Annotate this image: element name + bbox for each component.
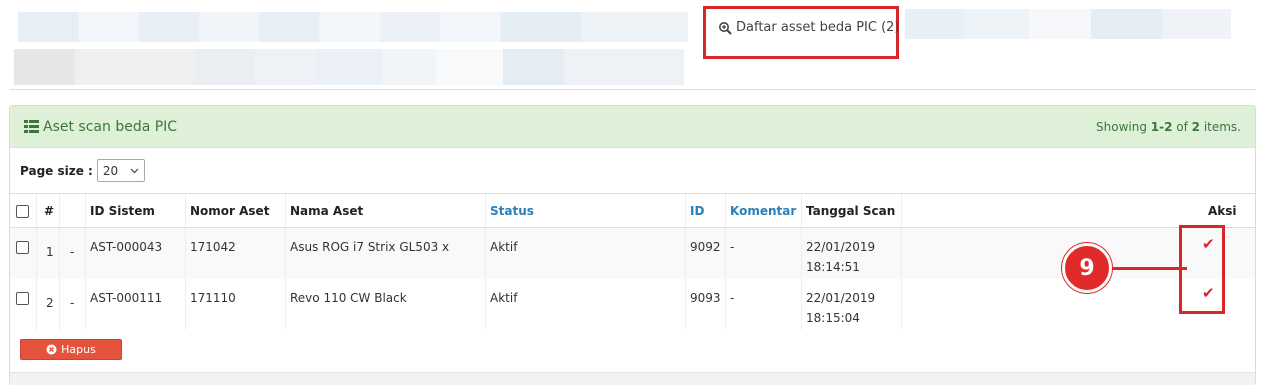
header-nama-aset: Nama Aset — [286, 194, 486, 227]
row-komentar: - — [726, 228, 802, 279]
row-tanggal: 22/01/2019 — [806, 291, 876, 305]
delete-button-label: Hapus — [61, 343, 96, 356]
select-all-checkbox[interactable] — [16, 205, 29, 218]
divider — [10, 89, 1256, 90]
row-id: 9092 — [686, 228, 726, 279]
row-id-sistem: AST-000111 — [86, 279, 186, 330]
row-id-sistem: AST-000043 — [86, 228, 186, 279]
row-dash: - — [60, 228, 86, 279]
asset-panel: Aset scan beda PIC Showing 1-2 of 2 item… — [9, 105, 1256, 385]
items-summary: Showing 1-2 of 2 items. — [1096, 120, 1241, 134]
row-dash: - — [60, 279, 86, 330]
row-select — [10, 279, 37, 330]
row-no: 2 — [37, 279, 60, 330]
row-nomor-aset: 171042 — [186, 228, 286, 279]
page-size-value: 20 — [102, 163, 119, 178]
header-status-sort[interactable]: Status — [486, 194, 686, 227]
row-status: Aktif — [486, 279, 686, 330]
row-jam: 18:15:04 — [806, 311, 860, 325]
chevron-down-icon — [130, 168, 139, 173]
table-row: 2 - AST-000111 171110 Revo 110 CW Black … — [10, 279, 1255, 330]
header-no: # — [37, 194, 60, 227]
list-icon — [24, 120, 39, 133]
summary-prefix: Showing — [1096, 119, 1151, 134]
panel-title-text: Aset scan beda PIC — [43, 118, 178, 135]
callout-badge: 9 — [1062, 243, 1112, 293]
header-nomor-aset: Nomor Aset — [186, 194, 286, 227]
row-tanggal: 22/01/2019 — [806, 240, 876, 254]
row-jam: 18:14:51 — [806, 260, 860, 274]
summary-suffix: items. — [1200, 119, 1241, 134]
redacted-nav-1 — [18, 12, 688, 42]
redacted-nav-2 — [905, 9, 1231, 39]
summary-total: 2 — [1191, 119, 1200, 134]
row-select — [10, 228, 37, 279]
row-status: Aktif — [486, 228, 686, 279]
header-blank — [60, 194, 86, 227]
header-select-all — [10, 194, 37, 227]
table-header: # ID Sistem Nomor Aset Nama Aset Status … — [10, 194, 1255, 228]
times-circle-icon — [46, 344, 57, 355]
row-nama-aset: Asus ROG i7 Strix GL503 x — [286, 228, 486, 279]
row-no: 1 — [37, 228, 60, 279]
header-tanggal-scan: Tanggal Scan — [802, 194, 902, 227]
row-tanggal-scan: 22/01/2019 18:14:51 — [802, 228, 902, 279]
search-plus-icon — [719, 21, 732, 35]
row-tanggal-scan: 22/01/2019 18:15:04 — [802, 279, 902, 330]
row-checkbox[interactable] — [16, 241, 29, 254]
page-size-select[interactable]: 20 — [96, 159, 145, 182]
row-nomor-aset: 171110 — [186, 279, 286, 330]
page-size-row: Page size : 20 — [10, 148, 1255, 194]
row-nama-aset: Revo 110 CW Black — [286, 279, 486, 330]
row-komentar: - — [726, 279, 802, 330]
panel-footer — [10, 372, 1255, 385]
callout-connector — [1101, 267, 1187, 270]
summary-range: 1-2 — [1150, 119, 1173, 134]
header-komentar-sort[interactable]: Komentar — [726, 194, 802, 227]
header-id-sistem: ID Sistem — [86, 194, 186, 227]
row-id: 9093 — [686, 279, 726, 330]
summary-mid: of — [1172, 119, 1192, 134]
delete-button[interactable]: Hapus — [20, 339, 122, 360]
panel-heading: Aset scan beda PIC Showing 1-2 of 2 item… — [10, 106, 1255, 148]
row-checkbox[interactable] — [16, 292, 29, 305]
header-aksi: Aksi — [1208, 204, 1237, 218]
panel-title: Aset scan beda PIC — [24, 119, 177, 135]
redacted-subnav — [14, 49, 684, 85]
tab-label: Daftar asset beda PIC (2) — [736, 20, 900, 35]
page-size-label: Page size : — [20, 163, 93, 178]
tab-daftar-asset-beda-pic[interactable]: Daftar asset beda PIC (2) — [718, 20, 900, 35]
header-id-sort[interactable]: ID — [686, 194, 726, 227]
